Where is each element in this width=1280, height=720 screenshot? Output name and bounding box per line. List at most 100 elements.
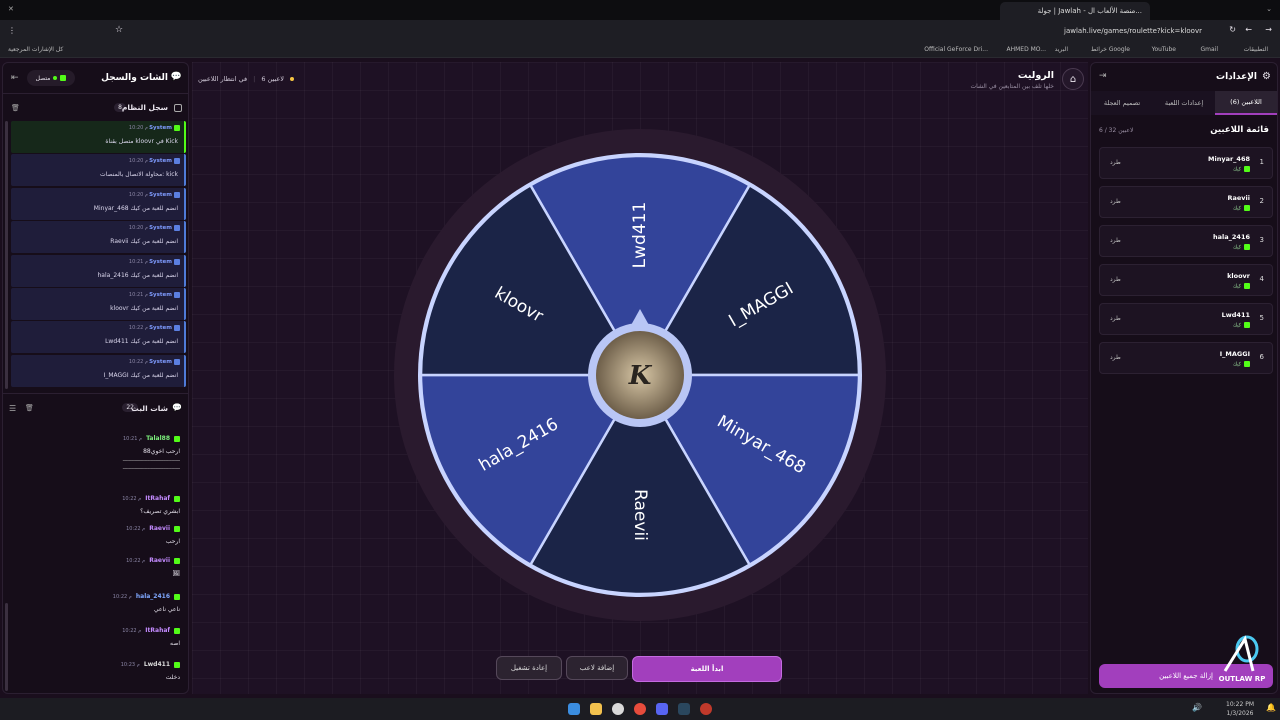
player-platform: كيك	[1233, 244, 1250, 251]
platform-label: كيك	[1232, 166, 1241, 173]
bookmark-mail[interactable]: البريد	[1055, 46, 1068, 53]
chat-username[interactable]: hala_2416	[136, 593, 170, 600]
player-platform: كيك	[1233, 283, 1250, 290]
bookmark-geforce[interactable]: Official GeForce Dri...	[924, 46, 988, 53]
notification-icon[interactable]: 🔔	[1266, 703, 1276, 712]
volume-icon[interactable]: 🔊	[1192, 703, 1202, 712]
player-name: Raevii	[1227, 194, 1251, 202]
chat-header: 10:21 م Talal88	[123, 435, 180, 442]
kick-player-button[interactable]: طرد	[1110, 159, 1121, 166]
file-explorer-icon[interactable]	[590, 703, 602, 715]
bookmark-all[interactable]: كل الإشارات المرجعية	[8, 46, 63, 53]
chat-username[interactable]: ItRahaf	[145, 627, 170, 634]
bookmark-maps[interactable]: خرائط Google	[1091, 46, 1130, 53]
forward-icon[interactable]: ←	[1245, 25, 1252, 34]
player-number: 5	[1259, 314, 1264, 322]
kick-icon	[174, 593, 180, 600]
player-name: Minyar_468	[1208, 155, 1250, 163]
back-icon[interactable]: →	[1265, 25, 1272, 34]
hub-logo-letter: K	[628, 361, 653, 391]
status-dot	[289, 77, 294, 81]
platform-label: كيك	[1232, 205, 1241, 212]
chat-message: 10:23 م Lwd411 دخلت	[121, 661, 180, 681]
url-field[interactable]: jawlah.live/games/roulette?kick=kloovr	[1064, 27, 1202, 35]
wheel-segment-label: Raevii	[630, 489, 650, 541]
kick-player-button[interactable]: طرد	[1110, 354, 1121, 361]
windows-start-icon[interactable]	[568, 703, 580, 715]
settings-app-icon[interactable]	[612, 703, 624, 715]
kick-icon	[1244, 322, 1250, 328]
chat-message: 10:22 م Raevii 🖼	[126, 557, 180, 577]
minimize-icon[interactable]: ✕	[8, 5, 14, 13]
chat-username[interactable]: Lwd411	[144, 661, 170, 668]
waiting-label: في انتظار اللاعبين	[198, 75, 248, 83]
player-list: 1 Minyar_468 كيك طرد 2 Raevii كيك طرد 3 hala_2416…	[1091, 63, 1279, 463]
steam-icon[interactable]	[678, 703, 690, 715]
clock-time: 10:22 PM	[1226, 701, 1254, 708]
bookmark-youtube[interactable]: YouTube	[1152, 46, 1176, 53]
wheel-segment-label: Lwd411	[630, 202, 650, 269]
chat-time: 10:21 م	[123, 435, 143, 442]
chat-text: ـــــــــــــــــــــــــــــــــــــــ	[122, 465, 180, 471]
game-title: الروليت	[1017, 70, 1054, 81]
roulette-wheel[interactable]: Lwd411I_MAGGIMinyar_468Raeviihala_2416kl…	[392, 127, 888, 623]
player-number: 1	[1259, 158, 1264, 166]
bookmark-apps[interactable]: التطبيقات	[1244, 46, 1268, 53]
kick-player-button[interactable]: طرد	[1110, 237, 1121, 244]
player-name: hala_2416	[1213, 233, 1250, 241]
start-game-button[interactable]: ابدأ اللعبة	[632, 656, 782, 682]
game-area: ⌂ الروليت خلها تلف بين المتابعين في الشا…	[192, 62, 1088, 694]
platform-label: كيك	[1232, 322, 1241, 329]
bookmark-star-icon[interactable]: ☆	[115, 25, 123, 35]
kick-icon	[174, 557, 180, 564]
home-icon[interactable]: ⌂	[1062, 68, 1084, 90]
chat-username[interactable]: Raevii	[149, 525, 170, 532]
chat-text: دخلت	[165, 674, 180, 681]
player-number: 6	[1259, 353, 1264, 361]
kick-icon	[1244, 166, 1250, 172]
kick-player-button[interactable]: طرد	[1110, 198, 1121, 205]
chat-text: ارحب اخوي88	[143, 448, 180, 455]
chat-time: 10:22 م	[122, 627, 142, 634]
clock-date: 1/3/2026	[1226, 710, 1254, 717]
kick-icon	[1244, 205, 1250, 211]
player-row: 6 I_MAGGI كيك طرد	[1099, 342, 1273, 374]
chrome-icon[interactable]	[634, 703, 646, 715]
watermark-text: OUTLAW RP	[1218, 675, 1266, 683]
add-player-button[interactable]: إضافة لاعب	[566, 656, 628, 680]
chat-message: 10:22 م ItRahaf اصه	[122, 627, 180, 647]
clock[interactable]: 10:22 PM 1/3/2026	[1226, 700, 1254, 718]
chat-text: اصه	[170, 640, 180, 647]
live-chat-list: 10:21 م Talal88 ارحب اخوي88 ـــــــــــــــ…	[3, 63, 190, 695]
chat-username[interactable]: Raevii	[149, 557, 170, 564]
platform-label: كيك	[1232, 244, 1241, 251]
kick-icon	[1244, 283, 1250, 289]
player-row: 3 hala_2416 كيك طرد	[1099, 225, 1273, 257]
kick-player-button[interactable]: طرد	[1110, 315, 1121, 322]
platform-label: كيك	[1232, 361, 1241, 368]
chat-scrollbar[interactable]	[5, 603, 8, 691]
browser-tab-bar: جولة | Jawlah - منصة الألعاب ال... ✕ ⌄	[0, 0, 1280, 20]
reload-icon[interactable]: ↻	[1229, 25, 1236, 34]
player-platform: كيك	[1233, 166, 1250, 173]
chevron-down-icon[interactable]: ⌄	[1266, 5, 1272, 13]
chat-message: 10:22 م ItRahaf ابشري تصريف؟	[122, 495, 180, 515]
kick-player-button[interactable]: طرد	[1110, 276, 1121, 283]
platform-label: كيك	[1232, 283, 1241, 290]
app-icon[interactable]	[700, 703, 712, 715]
chat-username[interactable]: Talal88	[146, 435, 170, 442]
chat-time: 10:23 م	[120, 661, 140, 668]
restart-button[interactable]: إعادة تشغيل	[496, 656, 562, 680]
bookmark-ahmed[interactable]: AHMED MO...	[1007, 46, 1047, 53]
players-count: 6 لاعبين	[261, 75, 284, 83]
settings-panel: ⚙ الإعدادات ⇥ اللاعبين (6) إعدادات اللعب…	[1090, 62, 1278, 694]
chat-username[interactable]: ItRahaf	[145, 495, 170, 502]
chat-message: 10:22 م hala_2416 ناعي ناعي	[113, 593, 180, 613]
chat-text: ابشري تصريف؟	[140, 508, 180, 515]
discord-icon[interactable]	[656, 703, 668, 715]
bookmark-gmail[interactable]: Gmail	[1200, 46, 1218, 53]
player-platform: كيك	[1233, 361, 1250, 368]
browser-tab[interactable]: جولة | Jawlah - منصة الألعاب ال...	[1000, 2, 1150, 20]
chat-text: 🖼	[172, 570, 180, 577]
menu-icon[interactable]: ⋮	[8, 26, 16, 35]
